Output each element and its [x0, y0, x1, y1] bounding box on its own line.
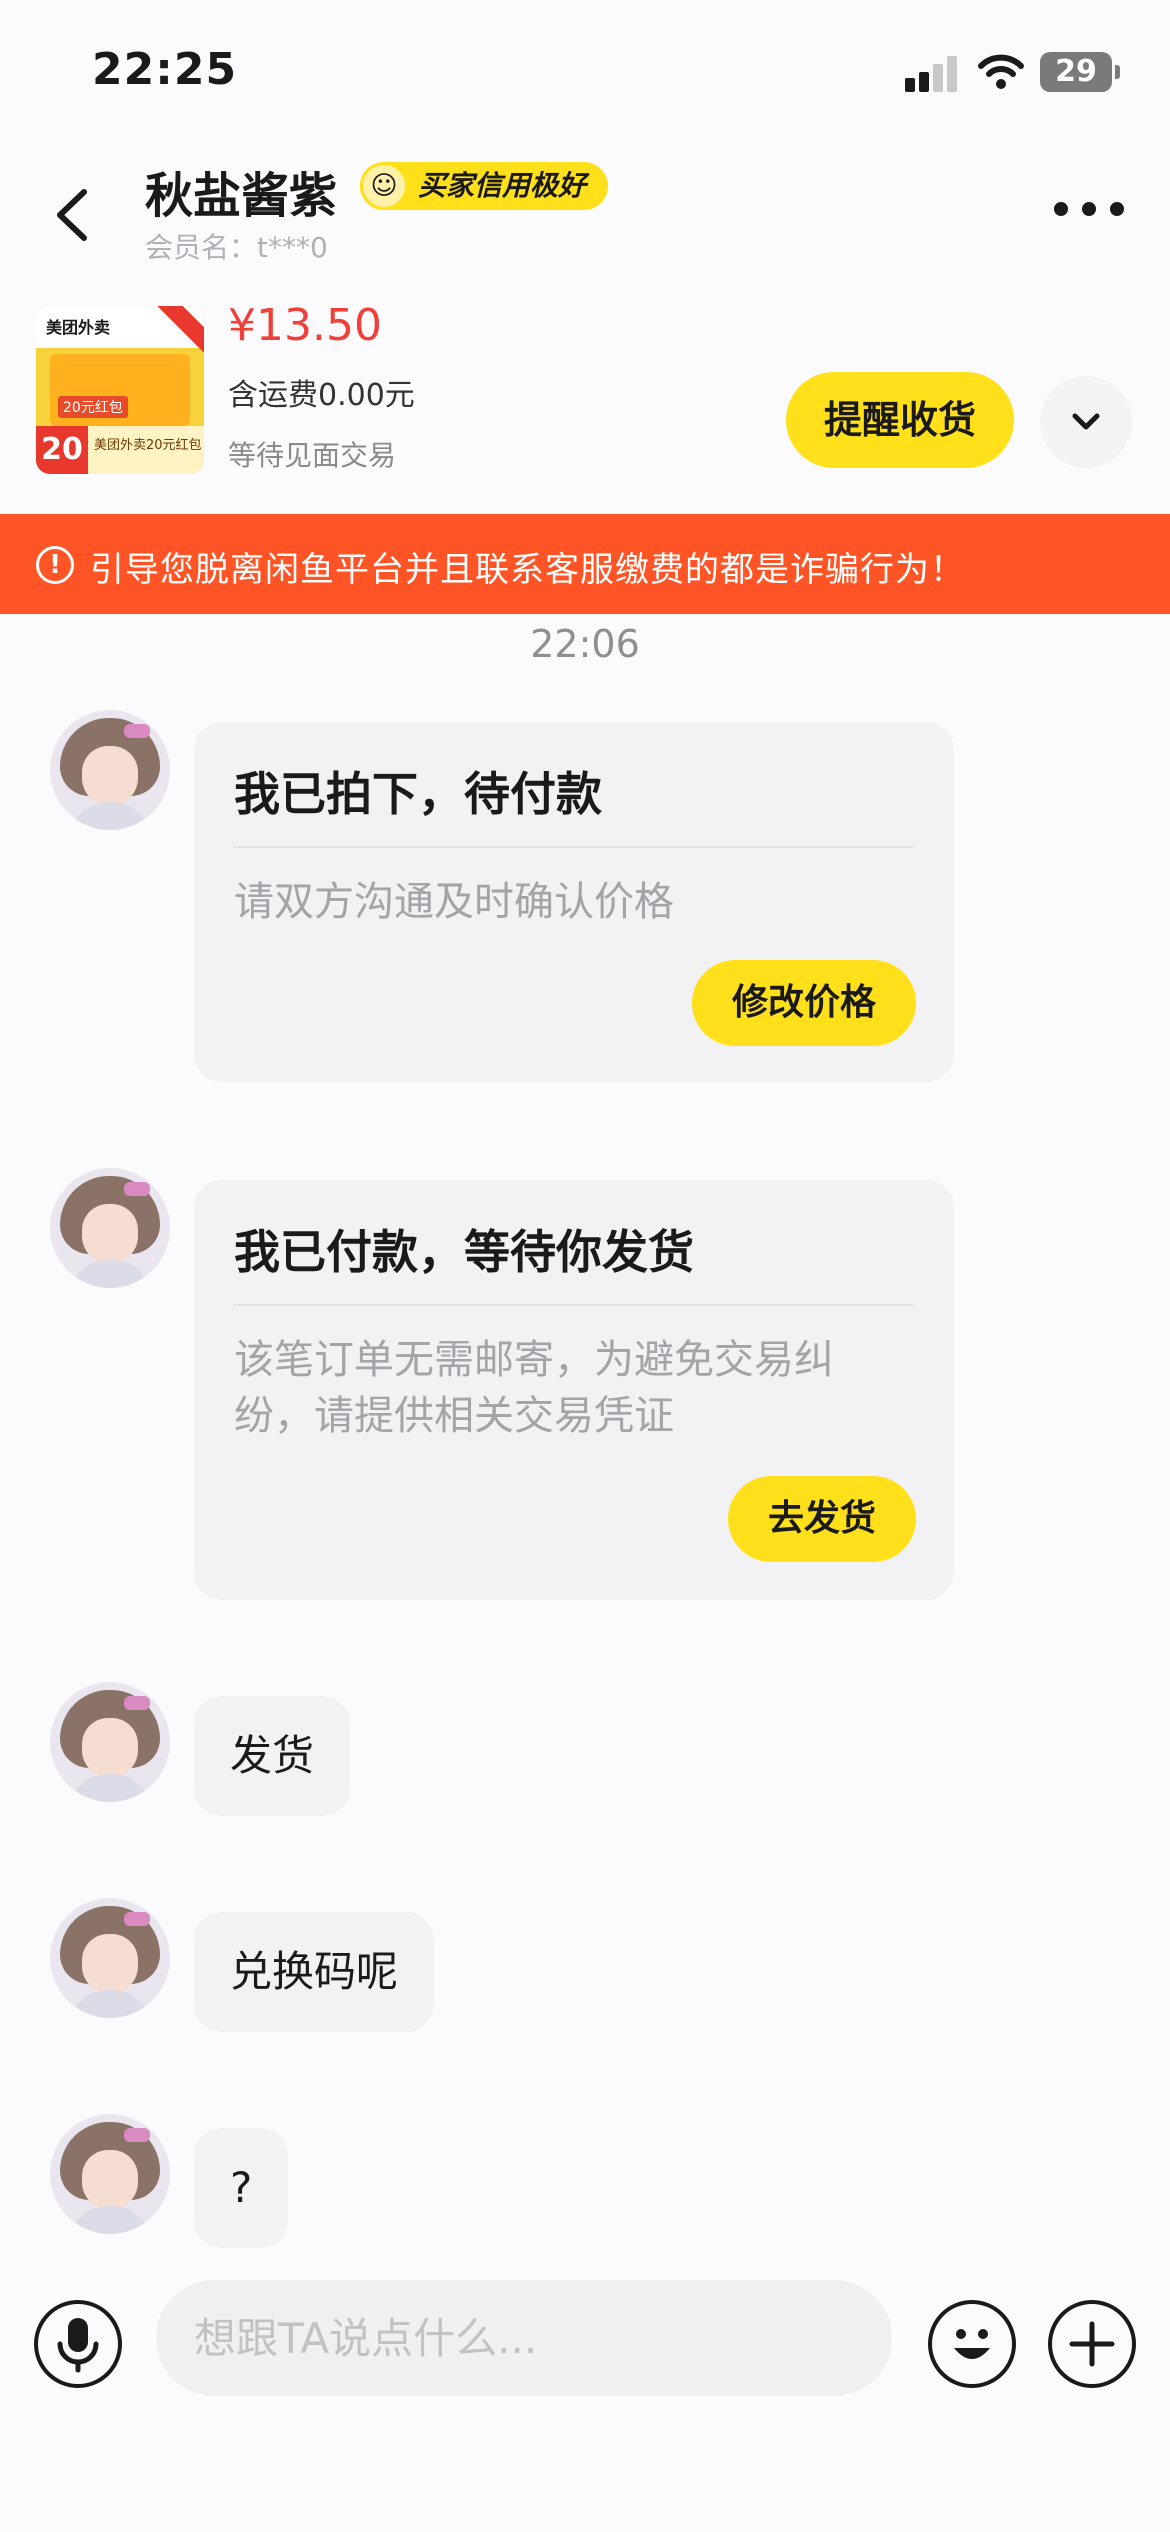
chevron-down-icon [1072, 413, 1100, 430]
chat-header: 秋盐酱紫 ☺ 买家信用极好 会员名：t***0 [0, 140, 1170, 280]
chat-timestamp: 22:06 [530, 622, 640, 666]
remind-receipt-button[interactable]: 提醒收货 [786, 372, 1014, 468]
message-input[interactable] [156, 2280, 892, 2396]
shipping-fee: 含运费0.00元 [228, 378, 415, 413]
plus-glyph [1069, 2321, 1115, 2367]
warning-text: 引导您脱离闲鱼平台并且联系客服缴费的都是诈骗行为！ [90, 550, 965, 590]
plus-icon[interactable] [1048, 2300, 1136, 2388]
divider [234, 846, 914, 848]
alert-icon: ! [36, 546, 74, 584]
divider [234, 1304, 914, 1306]
card-body: 该笔订单无需邮寄，为避免交易纠纷，请提供相关交易凭证 [234, 1337, 834, 1439]
battery-icon: 29 [1040, 52, 1120, 92]
trade-status: 等待见面交易 [228, 439, 397, 472]
wifi-icon [978, 54, 1024, 89]
smile-face-icon: ☺ [360, 162, 408, 210]
more-dots-icon[interactable] [1054, 192, 1126, 228]
input-bar [0, 2260, 1170, 2532]
member-name: 会员名：t***0 [145, 231, 328, 264]
modify-price-button[interactable]: 修改价格 [692, 960, 916, 1046]
credit-badge: ☺ 买家信用极好 [360, 162, 609, 210]
chevron-left-icon[interactable] [40, 180, 110, 250]
thumb-sub: 美团外卖20元红包 [94, 438, 202, 453]
status-time: 22:25 [92, 44, 238, 95]
product-bar: 美团外卖 20元红包 20 美团外卖20元红包 ¥13.50 含运费0.00元 … [0, 296, 1170, 496]
order-card-placed: 我已拍下，待付款 请双方沟通及时确认价格 修改价格 [194, 722, 954, 1082]
message-bubble: 发货 [194, 1696, 351, 1816]
fraud-warning-banner: ! 引导您脱离闲鱼平台并且联系客服缴费的都是诈骗行为！ [0, 514, 1170, 614]
cellular-signal-icon [905, 56, 961, 92]
thumb-tag: 20元红包 [58, 396, 128, 418]
emoji-icon[interactable] [928, 2300, 1016, 2388]
avatar[interactable] [50, 710, 170, 830]
message-bubble: ? [194, 2128, 289, 2248]
emoji-glyph [954, 2329, 990, 2359]
card-title: 我已拍下，待付款 [234, 767, 602, 821]
product-price: ¥13.50 [228, 300, 382, 351]
avatar[interactable] [50, 1898, 170, 2018]
avatar[interactable] [50, 1682, 170, 1802]
order-card-paid: 我已付款，等待你发货 该笔订单无需邮寄，为避免交易纠纷，请提供相关交易凭证 去发… [194, 1180, 954, 1600]
microphone-icon[interactable] [34, 2300, 122, 2388]
card-title: 我已付款，等待你发货 [234, 1225, 694, 1279]
card-body: 请双方沟通及时确认价格 [234, 879, 674, 925]
contact-name[interactable]: 秋盐酱紫 [145, 156, 337, 226]
status-bar: 22:25 29 [0, 0, 1170, 140]
ship-button[interactable]: 去发货 [728, 1476, 916, 1562]
thumb-logo: 美团外卖 [46, 318, 111, 337]
avatar[interactable] [50, 1168, 170, 1288]
microphone-glyph [57, 2318, 99, 2373]
product-thumbnail[interactable]: 美团外卖 20元红包 20 美团外卖20元红包 [36, 306, 204, 474]
avatar[interactable] [50, 2114, 170, 2234]
thumb-number: 20 [36, 426, 88, 474]
expand-button[interactable] [1040, 376, 1132, 468]
message-bubble: 兑换码呢 [194, 1912, 435, 2032]
credit-badge-label: 买家信用极好 [418, 169, 587, 202]
